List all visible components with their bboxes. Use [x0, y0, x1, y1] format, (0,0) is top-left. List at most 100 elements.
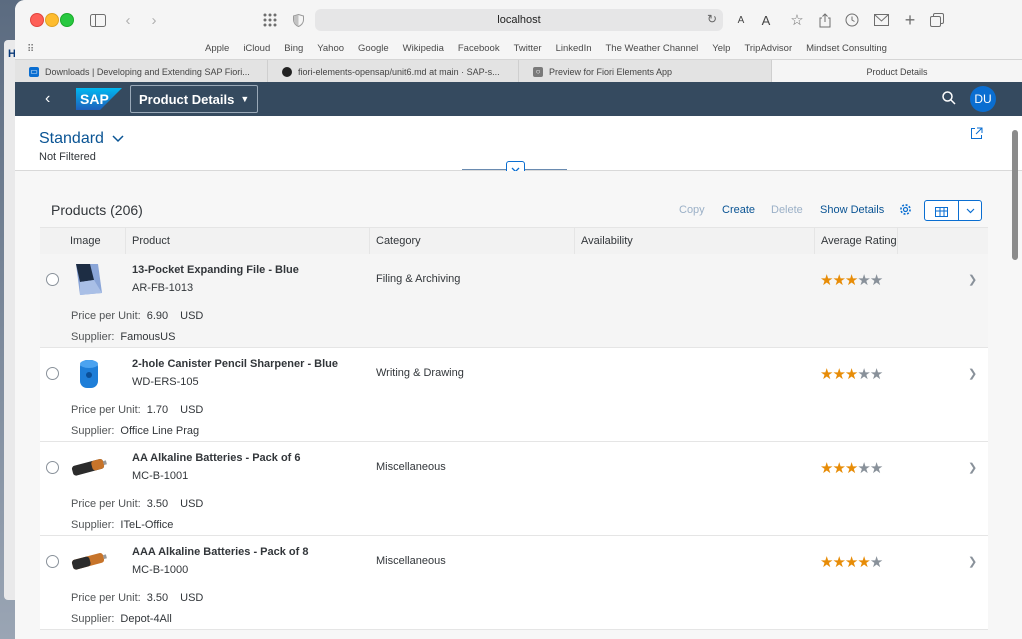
- favorite-link[interactable]: Bing: [284, 43, 303, 54]
- favorites-grid-icon[interactable]: ⠿: [27, 44, 34, 55]
- copy-button[interactable]: Copy: [679, 204, 705, 216]
- supplier-line: Supplier: ITeL-Office: [71, 519, 173, 531]
- tab-overview-icon[interactable]: [929, 10, 945, 30]
- supplier-name: Depot-4All: [120, 613, 172, 625]
- close-window-button[interactable]: [30, 13, 44, 27]
- favorite-link[interactable]: Facebook: [458, 43, 500, 54]
- export-button[interactable]: [925, 201, 959, 220]
- export-options-button[interactable]: [959, 201, 981, 220]
- row-navigation-icon[interactable]: ❯: [968, 367, 977, 380]
- back-arrow-icon[interactable]: ‹: [45, 90, 50, 108]
- star-icon: ★: [869, 554, 883, 571]
- favorite-link[interactable]: Yelp: [712, 43, 730, 54]
- favorite-link[interactable]: The Weather Channel: [606, 43, 699, 54]
- star-icon: ★: [869, 366, 883, 383]
- svg-text:SAP: SAP: [80, 91, 109, 107]
- star-icon: ★: [832, 460, 845, 477]
- price-value: 3.50: [146, 592, 169, 604]
- browser-window: ‹ › localhost ↻ A A ☆ + ⠿ Apple iCloud Bin…: [15, 0, 1022, 639]
- forward-icon[interactable]: ›: [147, 10, 161, 30]
- rating-indicator: ★★★★★: [820, 553, 883, 571]
- tab-preview[interactable]: ○ Preview for Fiori Elements App: [519, 60, 772, 83]
- tab-label: Preview for Fiori Elements App: [549, 66, 673, 77]
- product-name: AA Alkaline Batteries - Pack of 6: [132, 452, 301, 464]
- sidebar-icon[interactable]: [89, 10, 107, 30]
- zoom-window-button[interactable]: [60, 13, 74, 27]
- product-category: Filing & Archiving: [376, 273, 461, 285]
- search-icon[interactable]: [942, 91, 956, 105]
- share-icon[interactable]: [817, 10, 833, 30]
- table-row[interactable]: AA Alkaline Batteries - Pack of 6 MC-B-10…: [40, 442, 988, 536]
- scrollbar[interactable]: [1012, 130, 1018, 260]
- star-icon: ★: [832, 554, 845, 571]
- star-icon: ★: [857, 554, 870, 571]
- create-button[interactable]: Create: [722, 204, 755, 216]
- text-smaller-button[interactable]: A: [735, 10, 747, 30]
- favorite-link[interactable]: TripAdvisor: [744, 43, 792, 54]
- row-select-radio[interactable]: [46, 367, 59, 380]
- favorite-link[interactable]: iCloud: [243, 43, 270, 54]
- sap-favicon: ▭: [29, 66, 39, 77]
- variant-selector[interactable]: Standard: [39, 130, 124, 148]
- app-title-menu[interactable]: Product Details ▼: [130, 85, 259, 113]
- share-icon[interactable]: [970, 127, 983, 140]
- mail-icon[interactable]: [873, 10, 889, 30]
- column-header-category[interactable]: Category: [370, 228, 575, 254]
- product-image: [71, 458, 107, 476]
- avatar[interactable]: DU: [970, 86, 996, 112]
- bookmark-star-icon[interactable]: ☆: [788, 10, 806, 30]
- row-select-radio[interactable]: [46, 555, 59, 568]
- row-select-radio[interactable]: [46, 461, 59, 474]
- row-navigation-icon[interactable]: ❯: [968, 273, 977, 286]
- table-row[interactable]: 13-Pocket Expanding File - Blue AR-FB-101…: [40, 254, 988, 348]
- row-select-radio[interactable]: [46, 273, 59, 286]
- row-navigation-icon[interactable]: ❯: [968, 461, 977, 474]
- price-currency: USD: [180, 592, 204, 604]
- star-icon: ★: [857, 272, 870, 289]
- minimize-window-button[interactable]: [45, 13, 59, 27]
- price-value: 1.70: [146, 404, 169, 416]
- reload-icon[interactable]: ↻: [707, 12, 717, 26]
- product-category: Miscellaneous: [376, 461, 446, 473]
- supplier-line: Supplier: Office Line Prag: [71, 425, 199, 437]
- favorite-link[interactable]: Twitter: [514, 43, 542, 54]
- history-clock-icon[interactable]: [844, 10, 860, 30]
- row-navigation-icon[interactable]: ❯: [968, 555, 977, 568]
- back-icon[interactable]: ‹: [121, 10, 135, 30]
- price-value: 6.90: [146, 310, 169, 322]
- new-tab-plus-icon[interactable]: +: [902, 10, 918, 30]
- privacy-shield-icon[interactable]: [290, 10, 306, 30]
- star-icon: ★: [832, 366, 845, 383]
- export-split-button[interactable]: [924, 200, 982, 221]
- gear-icon[interactable]: [899, 203, 912, 216]
- favorite-link[interactable]: LinkedIn: [556, 43, 592, 54]
- price-label: Price per Unit:: [71, 310, 141, 322]
- favorite-link[interactable]: Mindset Consulting: [806, 43, 887, 54]
- favorite-link[interactable]: Apple: [205, 43, 229, 54]
- favorite-link[interactable]: Wikipedia: [403, 43, 444, 54]
- tab-overview-grid-icon[interactable]: [261, 10, 279, 30]
- address-bar[interactable]: localhost ↻: [315, 9, 723, 31]
- column-header-average-rating[interactable]: Average Rating: [815, 228, 898, 254]
- star-icon: ★: [844, 460, 858, 477]
- tab-product-details[interactable]: Product Details: [772, 60, 1022, 83]
- tab-bar: ▭ Downloads | Developing and Extending S…: [15, 59, 1022, 83]
- chevron-down-icon: [966, 208, 974, 213]
- delete-button[interactable]: Delete: [771, 204, 803, 216]
- favorite-link[interactable]: Google: [358, 43, 389, 54]
- price-line: Price per Unit: 3.50 USD: [71, 592, 203, 604]
- product-image: [76, 264, 102, 295]
- column-header-product[interactable]: Product: [126, 228, 370, 254]
- supplier-line: Supplier: Depot-4All: [71, 613, 172, 625]
- table-row[interactable]: 2-hole Canister Pencil Sharpener - Blue W…: [40, 348, 988, 442]
- show-details-button[interactable]: Show Details: [820, 204, 884, 216]
- column-header-image[interactable]: Image: [40, 228, 126, 254]
- tab-github[interactable]: fiori-elements-opensap/unit6.md at main …: [268, 60, 519, 83]
- favorite-link[interactable]: Yahoo: [317, 43, 344, 54]
- tab-sap-downloads[interactable]: ▭ Downloads | Developing and Extending S…: [15, 60, 268, 83]
- column-header-availability[interactable]: Availability: [575, 228, 815, 254]
- table-row[interactable]: AAA Alkaline Batteries - Pack of 8 MC-B-1…: [40, 536, 988, 630]
- text-larger-button[interactable]: A: [759, 10, 773, 30]
- supplier-name: FamousUS: [120, 331, 176, 343]
- supplier-label: Supplier:: [71, 613, 115, 625]
